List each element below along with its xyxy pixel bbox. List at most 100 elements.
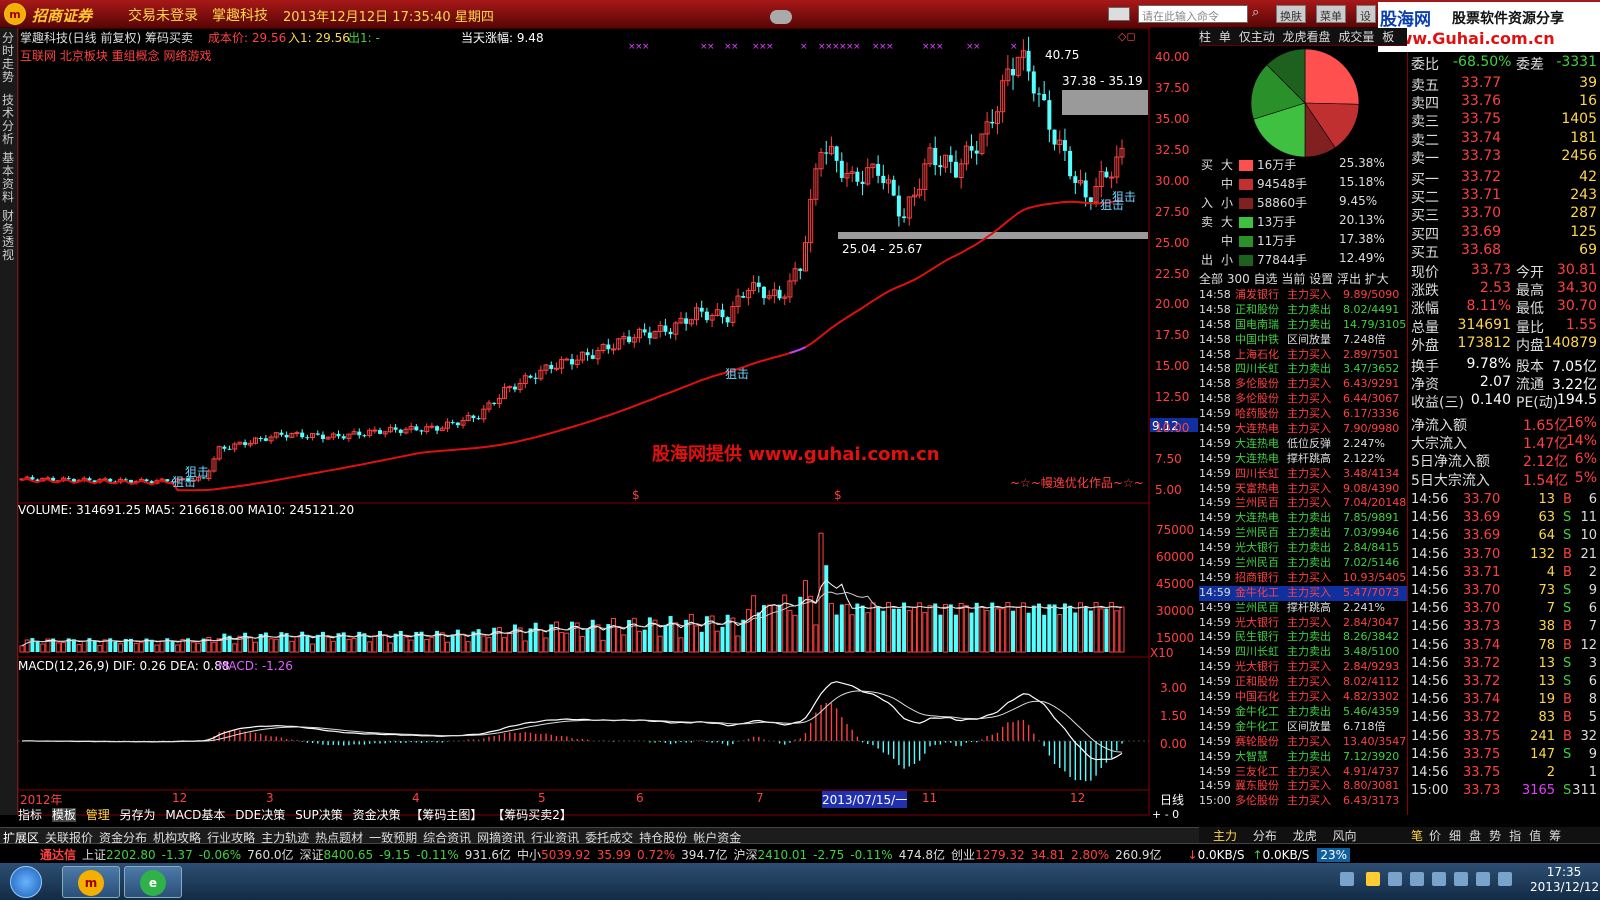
scan-tab-dragon[interactable]: 龙虎: [1293, 829, 1317, 843]
scan-row[interactable]: 14:59 招商银行 主力买入 10.93/5405: [1199, 571, 1407, 586]
scan-row[interactable]: 14:58 正和股份 主力卖出 8.02/4491: [1199, 303, 1407, 318]
scan-row[interactable]: 14:59 冀东股份 主力买入 8.80/3081: [1199, 779, 1407, 794]
tool-tab-saveas[interactable]: 另存为: [120, 808, 156, 822]
scan-row[interactable]: 14:59 金牛化工 主力卖出 5.46/4359: [1199, 705, 1407, 720]
chart-options-icon[interactable]: ◇◻: [1118, 30, 1136, 43]
ticker-app-name[interactable]: 通达信: [40, 848, 76, 862]
scan-row[interactable]: 14:59 金牛化工 区间放量 6.718倍: [1199, 720, 1407, 735]
rtab-order[interactable]: 单: [1219, 30, 1231, 44]
tray-monitor-icon[interactable]: [1432, 872, 1446, 886]
bid-row[interactable]: 买三 33.70 287: [1411, 205, 1599, 224]
scan-row[interactable]: 14:59 光大银行 主力买入 2.84/3047: [1199, 616, 1407, 631]
scan-row[interactable]: 14:59 大连热电 低位反弹 2.247%: [1199, 437, 1407, 452]
book-tab[interactable]: 筹: [1549, 829, 1561, 843]
scan-row[interactable]: 14:59 兰州民百 主力卖出 7.02/5146: [1199, 556, 1407, 571]
ask-row[interactable]: 卖一 33.73 2456: [1411, 148, 1599, 167]
scan-row[interactable]: 15:00 多伦股份 主力买入 6.43/3173: [1199, 794, 1407, 809]
tool-tab-chip-main[interactable]: 【筹码主图】: [410, 808, 482, 822]
ask-row[interactable]: 卖二 33.74 181: [1411, 130, 1599, 149]
tool-tab-manage[interactable]: 管理: [86, 808, 110, 822]
tool-tab-macd[interactable]: MACD基本: [165, 808, 225, 822]
scan-row[interactable]: 14:59 民生银行 主力卖出 8.26/3842: [1199, 630, 1407, 645]
tool-tab-dde[interactable]: DDE决策: [235, 808, 285, 822]
taskbar-app-browser[interactable]: e: [124, 866, 182, 898]
tool-tab-template[interactable]: 模板: [51, 808, 76, 822]
rtab-dragon[interactable]: 龙虎看盘: [1283, 30, 1331, 44]
book-tab[interactable]: 值: [1529, 829, 1541, 843]
book-tab[interactable]: 势: [1489, 829, 1501, 843]
candle-body-down: [1073, 176, 1078, 183]
book-tab[interactable]: 盘: [1469, 829, 1481, 843]
scan-row[interactable]: 14:59 四川长虹 主力买入 3.48/4134: [1199, 467, 1407, 482]
scan-row[interactable]: 14:59 三友化工 主力买入 4.91/4737: [1199, 765, 1407, 780]
book-tab[interactable]: 笔: [1411, 829, 1423, 843]
scan-row[interactable]: 14:59 大智慧 主力卖出 7.12/3920: [1199, 750, 1407, 765]
scan-row[interactable]: 14:58 中国中铁 区间放量 7.248倍: [1199, 333, 1407, 348]
volume-bar: [439, 632, 445, 653]
start-orb-icon[interactable]: [10, 866, 42, 898]
scan-header[interactable]: 全部 300 自选 当前 设置 浮出 扩大: [1199, 270, 1407, 287]
rtab-bar[interactable]: 柱: [1199, 30, 1211, 44]
scan-row[interactable]: 14:59 四川长虹 主力卖出 3.48/5100: [1199, 645, 1407, 660]
scan-row[interactable]: 14:59 大连热电 主力卖出 7.85/9891: [1199, 511, 1407, 526]
scan-row[interactable]: 14:58 国电南瑞 主力卖出 14.79/3105: [1199, 318, 1407, 333]
scan-row[interactable]: 14:59 正和股份 主力买入 8.02/4112: [1199, 675, 1407, 690]
system-clock[interactable]: 17:35 2013/12/12: [1530, 865, 1599, 895]
scan-row[interactable]: 14:58 上海石化 主力买入 2.89/7501: [1199, 348, 1407, 363]
rtab-board[interactable]: 板: [1382, 30, 1394, 44]
zoom-controls[interactable]: + - 0: [1152, 808, 1179, 821]
scan-row[interactable]: 14:59 中国石化 主力买入 4.82/3302: [1199, 690, 1407, 705]
book-tab[interactable]: 价: [1429, 829, 1441, 843]
scan-row[interactable]: 14:59 光大银行 主力卖出 2.84/8415: [1199, 541, 1407, 556]
scan-row[interactable]: 14:59 光大银行 主力买入 2.84/9293: [1199, 660, 1407, 675]
ask-row[interactable]: 卖四 33.76 16: [1411, 93, 1599, 112]
scan-row[interactable]: 14:59 兰州民百 主力卖出 7.03/9946: [1199, 526, 1407, 541]
taskbar-app-broker[interactable]: m: [62, 866, 120, 898]
book-tab[interactable]: 细: [1449, 829, 1461, 843]
scan-row[interactable]: 14:59 赛轮股份 主力买入 13.40/3547: [1199, 735, 1407, 750]
chart-title: 掌趣科技(日线 前复权) 筹码买卖: [20, 31, 193, 45]
book-tab[interactable]: 指: [1509, 829, 1521, 843]
tray-globe-icon[interactable]: [1410, 872, 1424, 886]
scan-row[interactable]: 14:59 哈药股份 主力买入 6.17/3336: [1199, 407, 1407, 422]
scan-row[interactable]: 14:59 大连热电 主力买入 7.90/9980: [1199, 422, 1407, 437]
tray-flag-icon[interactable]: [1454, 872, 1468, 886]
bid-row[interactable]: 买四 33.69 125: [1411, 224, 1599, 243]
tray-network-icon[interactable]: [1476, 872, 1490, 886]
tool-tab-sup[interactable]: SUP决策: [295, 808, 343, 822]
bid-row[interactable]: 买一 33.72 42: [1411, 169, 1599, 188]
ask-row[interactable]: 卖三 33.75 1405: [1411, 111, 1599, 130]
scan-row[interactable]: 14:59 天富热电 主力买入 9.08/4390: [1199, 482, 1407, 497]
rtab-volume[interactable]: 成交量: [1338, 30, 1374, 44]
scan-tab-main[interactable]: 主力: [1213, 829, 1237, 843]
scan-row[interactable]: 14:58 多伦股份 主力买入 6.43/9291: [1199, 377, 1407, 392]
scan-row[interactable]: 14:59 金牛化工 主力买入 5.47/7073: [1199, 585, 1407, 601]
tick-row: 14:56 33.74 19 B 8: [1411, 692, 1599, 710]
tray-s-icon[interactable]: [1340, 872, 1354, 886]
volume-bar: [990, 602, 995, 652]
scan-row[interactable]: 14:59 兰州民百 撑杆跳高 2.241%: [1199, 601, 1407, 616]
ask-row[interactable]: 卖五 33.77 39: [1411, 75, 1599, 94]
tick-count: 1: [1588, 765, 1597, 780]
main-force-scan-list[interactable]: 14:58 浦发银行 主力买入 9.89/5090 14:58 正和股份 主力卖出 8.02/…: [1199, 288, 1407, 813]
date-tick[interactable]: 2013/07/15/一: [822, 791, 908, 808]
rtab-active[interactable]: 仅主动: [1239, 30, 1275, 44]
tray-shield-icon[interactable]: [1388, 872, 1402, 886]
tray-volume-icon[interactable]: [1498, 872, 1512, 886]
scan-row[interactable]: 14:58 四川长虹 主力卖出 3.47/3652: [1199, 362, 1407, 377]
tick-count: 3: [1588, 655, 1597, 671]
period-label[interactable]: 日线: [1160, 791, 1184, 808]
bid-row[interactable]: 买二 33.71 243: [1411, 187, 1599, 206]
tool-tab-fund[interactable]: 资金决策: [353, 808, 401, 822]
bid-row[interactable]: 买五 33.68 69: [1411, 242, 1599, 261]
tool-tab-chip-trade[interactable]: 【筹码买卖2】: [492, 808, 572, 822]
tray-person-icon[interactable]: [1366, 872, 1380, 886]
scan-row[interactable]: 14:59 大连热电 撑杆跳高 2.122%: [1199, 452, 1407, 467]
scan-tab-wind[interactable]: 风向: [1333, 829, 1357, 843]
scan-row[interactable]: 14:58 多伦股份 主力买入 6.44/3067: [1199, 392, 1407, 407]
scan-tab-dist[interactable]: 分布: [1253, 829, 1277, 843]
tool-tab-indicator[interactable]: 指标: [18, 808, 42, 822]
scan-row[interactable]: 14:58 浦发银行 主力买入 9.89/5090: [1199, 288, 1407, 303]
scan-row[interactable]: 14:59 兰州民百 主力买入 7.04/20148: [1199, 496, 1407, 511]
scan-event: 主力买入: [1287, 764, 1331, 778]
